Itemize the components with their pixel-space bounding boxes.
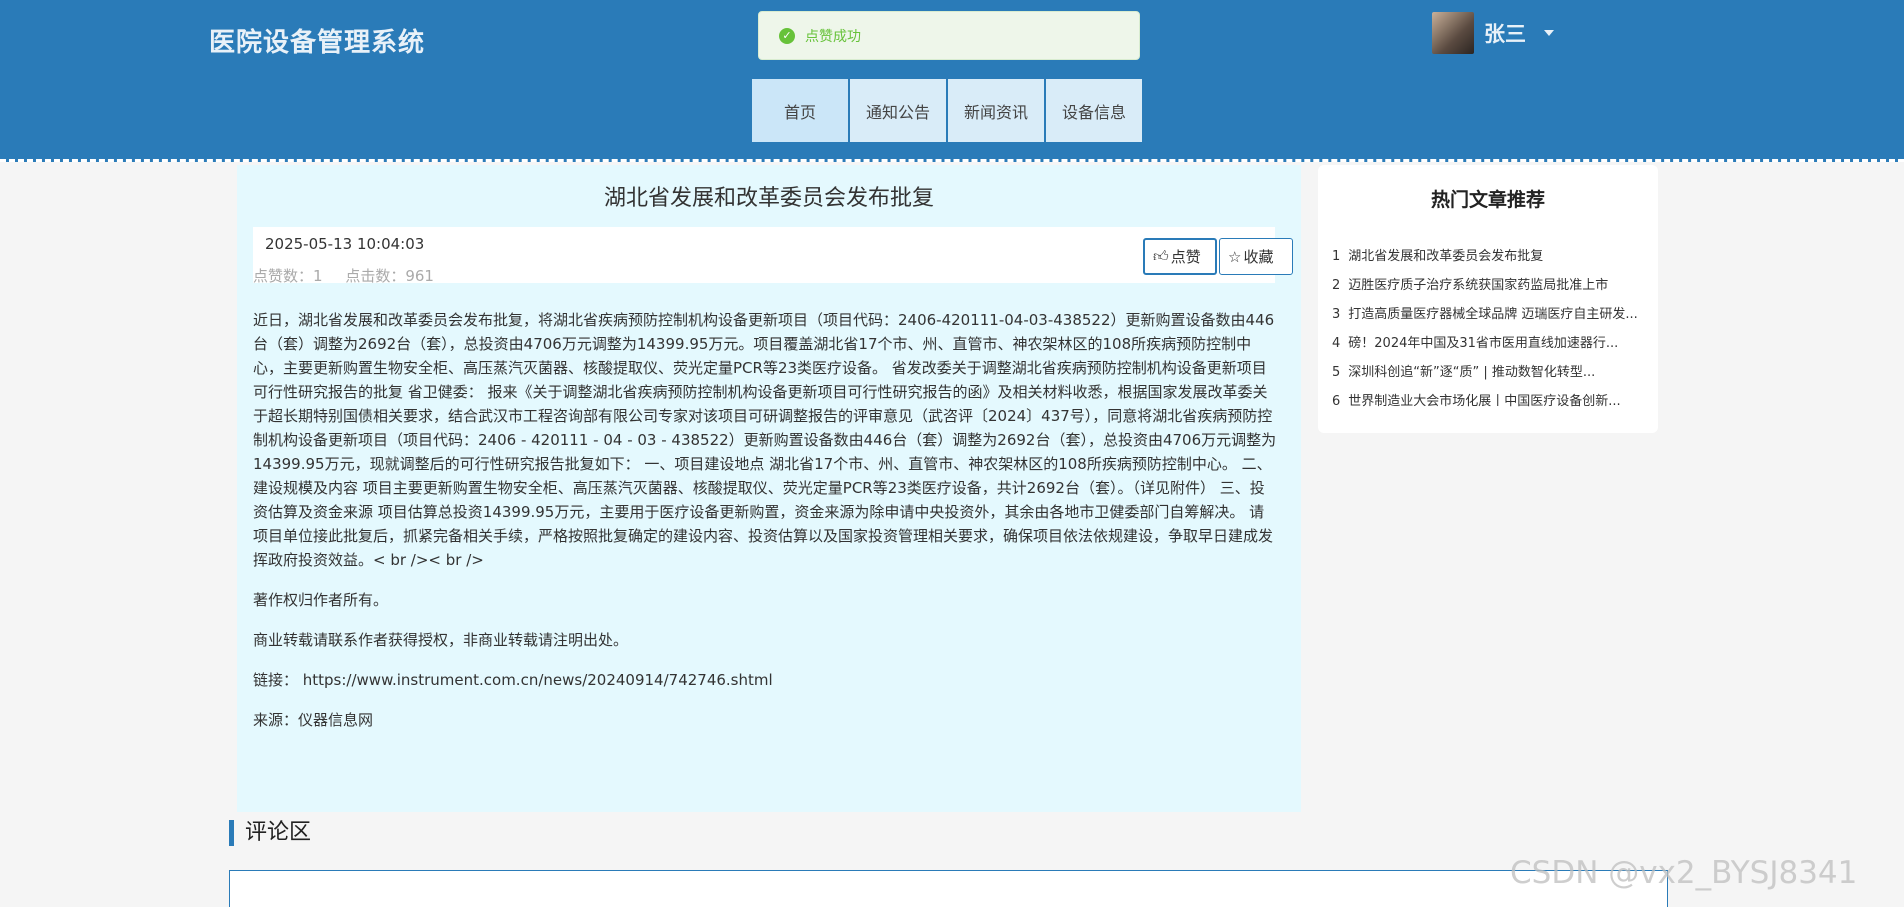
check-circle-icon: ✓ bbox=[779, 27, 795, 44]
nav-notices[interactable]: 通知公告 bbox=[850, 79, 946, 142]
comment-input[interactable] bbox=[229, 870, 1668, 907]
article-panel: 湖北省发展和改革委员会发布批复 2025-05-13 10:04:03 点赞数：… bbox=[237, 165, 1301, 812]
favorite-button-label: 收藏 bbox=[1243, 248, 1274, 266]
list-item[interactable]: 5 深圳科创追“新”逐“质” | 推动数智化转型... bbox=[1332, 361, 1652, 390]
nav-news[interactable]: 新闻资讯 bbox=[948, 79, 1044, 142]
toast-message: 点赞成功 bbox=[805, 28, 861, 45]
like-count: 点赞数：1 bbox=[253, 267, 323, 285]
caret-down-icon[interactable] bbox=[1544, 30, 1554, 36]
nav-home[interactable]: 首页 bbox=[752, 79, 848, 142]
list-item[interactable]: 6 世界制造业大会市场化展丨中国医疗设备创新... bbox=[1332, 390, 1652, 419]
list-item[interactable]: 3 打造高质量医疗器械全球品牌 迈瑞医疗自主研发... bbox=[1332, 303, 1652, 332]
hot-articles-title: 热门文章推荐 bbox=[1430, 189, 1545, 211]
main-nav: 首页 通知公告 新闻资讯 设备信息 bbox=[752, 79, 1142, 142]
article-stats: 点赞数：1 点击数：961 bbox=[253, 265, 452, 286]
avatar[interactable] bbox=[1432, 12, 1474, 54]
source-name: 来源：仪器信息网 bbox=[253, 711, 374, 729]
watermark: CSDN @vx2_BYSJ8341 bbox=[1510, 855, 1858, 891]
list-item[interactable]: 2 迈胜医疗质子治疗系统获国家药监局批准上市 bbox=[1332, 274, 1652, 303]
star-icon: ☆ bbox=[1228, 247, 1242, 266]
favorite-button[interactable]: ☆ 收藏 bbox=[1219, 238, 1293, 275]
brand-title: 医院设备管理系统 bbox=[209, 28, 426, 58]
source-link[interactable]: 链接： https://www.instrument.com.cn/news/2… bbox=[253, 668, 1279, 692]
article-meta: 2025-05-13 10:04:03 点赞数：1 点击数：961 👍︎ 点赞 … bbox=[253, 227, 1293, 286]
like-button[interactable]: 👍︎ 点赞 bbox=[1143, 238, 1217, 275]
article-content: 近日，湖北省发展和改革委员会发布批复，将湖北省疾病预防控制机构设备更新项目（项目… bbox=[253, 308, 1279, 748]
list-item[interactable]: 1 湖北省发展和改革委员会发布批复 bbox=[1332, 245, 1652, 274]
copyright-notice: 著作权归作者所有。 bbox=[253, 591, 389, 609]
like-button-label: 点赞 bbox=[1170, 248, 1201, 266]
article-body: 近日，湖北省发展和改革委员会发布批复，将湖北省疾病预防控制机构设备更新项目（项目… bbox=[253, 311, 1277, 569]
thumbs-up-icon: 👍︎ bbox=[1153, 247, 1169, 265]
success-toast: ✓ 点赞成功 bbox=[758, 11, 1140, 60]
hot-articles-panel: 热门文章推荐 1 湖北省发展和改革委员会发布批复 2 迈胜医疗质子治疗系统获国家药监… bbox=[1318, 165, 1658, 433]
user-menu[interactable]: 张三 bbox=[1432, 12, 1554, 54]
reprint-notice: 商业转载请联系作者获得授权，非商业转载请注明出处。 bbox=[253, 631, 629, 649]
list-item[interactable]: 4 磅！2024年中国及31省市医用直线加速器行... bbox=[1332, 332, 1652, 361]
header: 医院设备管理系统 ✓ 点赞成功 首页 通知公告 新闻资讯 设备信息 张三 bbox=[0, 0, 1904, 162]
hot-articles-list: 1 湖北省发展和改革委员会发布批复 2 迈胜医疗质子治疗系统获国家药监局批准上市 3… bbox=[1332, 245, 1652, 419]
nav-equipment[interactable]: 设备信息 bbox=[1046, 79, 1142, 142]
article-date: 2025-05-13 10:04:03 bbox=[265, 235, 425, 253]
comments-title: 评论区 bbox=[229, 820, 311, 846]
article-title: 湖北省发展和改革委员会发布批复 bbox=[603, 186, 934, 211]
click-count: 点击数：961 bbox=[345, 267, 434, 285]
user-name[interactable]: 张三 bbox=[1484, 18, 1526, 48]
